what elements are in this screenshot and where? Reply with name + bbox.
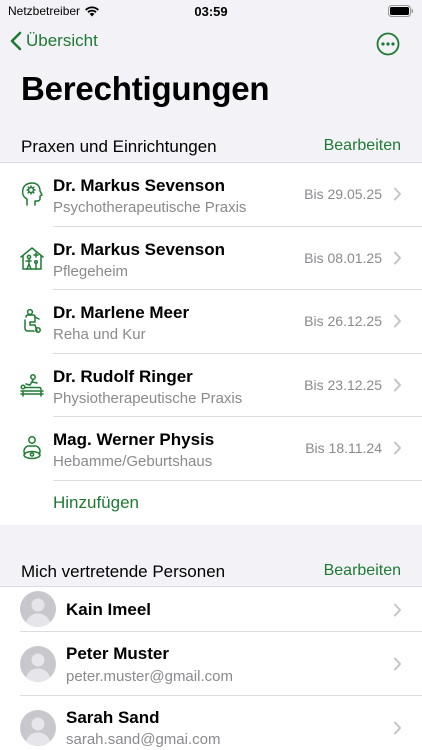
add-practice-button[interactable]: Hinzufügen — [53, 493, 139, 513]
practice-type: Psychotherapeutische Praxis — [53, 199, 247, 216]
care-home-icon — [20, 246, 44, 270]
midwife-icon — [23, 436, 41, 460]
chevron-right-icon — [394, 603, 401, 617]
practice-type: Hebamme/Geburtshaus — [53, 453, 213, 470]
chevron-right-icon — [394, 314, 401, 328]
chevron-right-icon — [394, 441, 401, 455]
practice-name: Mag. Werner Physis — [53, 430, 215, 449]
avatar — [20, 591, 56, 627]
avatar — [20, 709, 56, 746]
psychotherapy-head-icon — [21, 182, 43, 206]
practice-expiry: Bis 29.05.25 — [304, 186, 382, 202]
physio-massage-icon — [20, 373, 44, 397]
list-item[interactable]: Dr. Marlene Meer Reha und Kur Bis 26.12.… — [0, 290, 422, 354]
status-bar: Netzbetreiber 03:59 — [0, 0, 422, 24]
practice-expiry: Bis 08.01.25 — [304, 249, 382, 266]
list-item[interactable]: Peter Muster peter.muster@gmail.com — [0, 632, 422, 696]
person-name: Kain Imeel — [66, 600, 152, 619]
list-item[interactable]: Mag. Werner Physis Hebamme/Geburtshaus B… — [0, 417, 422, 481]
person-email: sarah.sand@gmai.com — [66, 730, 221, 748]
practice-expiry: Bis 26.12.25 — [304, 313, 382, 329]
practice-name: Dr. Marlene Meer — [53, 303, 190, 322]
avatar — [20, 646, 56, 682]
chevron-right-icon — [394, 721, 401, 734]
list-item[interactable]: Dr. Markus Sevenson Psychotherapeutische… — [0, 163, 422, 227]
chevron-right-icon — [394, 187, 401, 201]
practice-type: Reha und Kur — [53, 326, 146, 343]
list-item[interactable]: Dr. Markus Sevenson Pflegeheim Bis 08.01… — [0, 227, 422, 290]
practice-expiry: Bis 23.12.25 — [304, 376, 382, 393]
person-name: Sarah Sand — [66, 707, 160, 727]
back-label: Übersicht — [26, 31, 98, 50]
practice-expiry: Bis 18.11.24 — [305, 440, 382, 456]
practices-section-header: Praxen und Einrichtungen Bearbeiten — [0, 135, 422, 159]
representatives-list: Kain Imeel Peter Muster peter.muster@gma… — [0, 586, 422, 750]
list-item[interactable]: Dr. Rudolf Ringer Physiotherapeutische P… — [0, 354, 422, 417]
person-name: Peter Muster — [66, 644, 169, 663]
representatives-section-header: Mich vertretende Personen Bearbeiten — [0, 560, 422, 584]
person-placeholder-icon — [25, 717, 51, 746]
battery-icon — [388, 5, 413, 17]
more-options-icon[interactable] — [376, 32, 400, 56]
page-title: Berechtigungen — [21, 70, 270, 107]
chevron-right-icon — [394, 378, 401, 391]
status-time: 03:59 — [194, 4, 228, 19]
person-placeholder-icon — [25, 598, 51, 627]
person-email: peter.muster@gmail.com — [66, 668, 233, 685]
practices-section-title: Praxen und Einrichtungen — [21, 137, 217, 156]
chevron-right-icon — [394, 251, 401, 264]
list-item[interactable]: Sarah Sand sarah.sand@gmai.com — [0, 696, 422, 750]
practice-name: Dr. Markus Sevenson — [53, 239, 225, 259]
add-row: Hinzufügen — [0, 481, 422, 525]
chevron-right-icon — [394, 657, 401, 671]
practice-type: Pflegeheim — [53, 262, 129, 280]
representatives-section-title: Mich vertretende Personen — [21, 562, 226, 581]
practice-name: Dr. Rudolf Ringer — [53, 366, 193, 386]
nav-bar: Übersicht — [0, 28, 422, 60]
practice-type: Physiotherapeutische Praxis — [53, 389, 243, 407]
representatives-edit-button[interactable]: Bearbeiten — [324, 562, 401, 580]
list-item[interactable]: Kain Imeel — [0, 587, 422, 632]
practice-name: Dr. Markus Sevenson — [53, 176, 225, 195]
rehab-person-icon — [24, 308, 41, 333]
chevron-left-icon — [10, 31, 22, 51]
person-placeholder-icon — [25, 653, 51, 682]
back-button[interactable]: Übersicht — [10, 31, 98, 51]
practices-list: Dr. Markus Sevenson Psychotherapeutische… — [0, 162, 422, 525]
practices-edit-button[interactable]: Bearbeiten — [324, 137, 401, 155]
